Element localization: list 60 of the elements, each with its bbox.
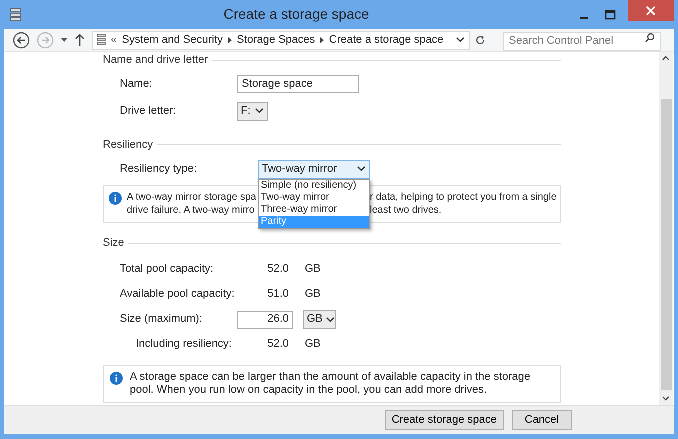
field-label: Including resiliency: xyxy=(135,337,233,352)
close-button[interactable] xyxy=(628,0,674,21)
field-label: Total pool capacity: xyxy=(119,262,215,278)
capacity-unit: GB xyxy=(305,262,321,278)
section-heading: Size xyxy=(103,236,124,251)
info-text: r data, helping to protect you from a single xyxy=(370,191,557,204)
up-arrow-icon[interactable] xyxy=(75,34,85,46)
recent-caret-icon[interactable] xyxy=(61,38,68,42)
maximize-icon[interactable] xyxy=(605,10,616,20)
field-label: Size (maximum): xyxy=(119,312,204,328)
caret-icon xyxy=(326,316,335,322)
capacity-value: 51.0 xyxy=(266,287,290,302)
caret-icon xyxy=(456,37,465,43)
overflow-chevron[interactable]: « xyxy=(111,32,118,48)
unit-dropdown[interactable]: GB xyxy=(303,310,336,329)
field-label: Name: xyxy=(119,76,154,92)
back-icon[interactable] xyxy=(13,32,30,48)
address-bar[interactable]: « System and Security Storage Spaces Create a storage space xyxy=(92,30,470,50)
scroll-down-icon[interactable] xyxy=(662,396,670,401)
capacity-unit: GB xyxy=(305,287,321,302)
breadcrumb[interactable]: Create a storage space xyxy=(329,32,444,48)
info-icon xyxy=(110,372,123,384)
storage-icon xyxy=(97,34,106,46)
info-text: drive failure. A two-way mirro xyxy=(127,204,256,217)
close-icon xyxy=(646,6,656,16)
field-label: Resiliency type: xyxy=(119,162,198,177)
section-heading: Name and drive letter xyxy=(103,53,208,68)
dropdown-option[interactable]: Two-way mirror xyxy=(259,192,369,204)
scrollbar-thumb[interactable] xyxy=(660,99,672,390)
search-icon[interactable] xyxy=(645,33,655,43)
resiliency-type-dropdown[interactable]: Two-way mirror xyxy=(258,160,370,178)
info-text: A two-way mirror storage spa xyxy=(127,191,258,204)
info-text: least two drives. xyxy=(370,204,442,217)
drive-letter-dropdown[interactable]: F: xyxy=(237,102,268,120)
field-label: Available pool capacity: xyxy=(119,287,236,302)
storage-icon xyxy=(10,8,22,22)
dropdown-option[interactable]: Three-way mirror xyxy=(259,204,369,216)
cancel-button[interactable]: Cancel xyxy=(512,410,572,430)
breadcrumb[interactable]: Storage Spaces xyxy=(237,32,316,48)
capacity-value: 52.0 xyxy=(266,337,290,352)
scrollbar[interactable] xyxy=(659,52,673,405)
name-field[interactable]: Storage space xyxy=(237,75,359,93)
info-icon xyxy=(109,192,122,205)
info-text: A storage space can be larger than the amount of available capacity in the storage pool. When you run low on capacity in the pool, you can add more drives. xyxy=(130,370,532,396)
breadcrumb-separator-icon xyxy=(320,36,324,44)
refresh-icon[interactable] xyxy=(475,34,486,46)
section-heading: Resiliency xyxy=(103,138,154,152)
scroll-up-icon[interactable] xyxy=(662,56,670,61)
caret-icon xyxy=(357,166,366,172)
window-title: Create a storage space xyxy=(222,5,370,24)
breadcrumb-separator-icon xyxy=(228,36,232,44)
capacity-unit: GB xyxy=(305,337,321,352)
field-label: Drive letter: xyxy=(119,104,178,119)
capacity-value: 52.0 xyxy=(266,262,290,278)
dropdown-option[interactable]: Simple (no resiliency) xyxy=(259,180,369,192)
breadcrumb[interactable]: System and Security xyxy=(122,32,223,48)
caret-icon xyxy=(254,108,264,114)
create-button[interactable]: Create storage space xyxy=(384,410,504,430)
size-field[interactable]: 26.0 xyxy=(237,310,293,328)
search-field[interactable]: Search Control Panel xyxy=(503,32,661,50)
